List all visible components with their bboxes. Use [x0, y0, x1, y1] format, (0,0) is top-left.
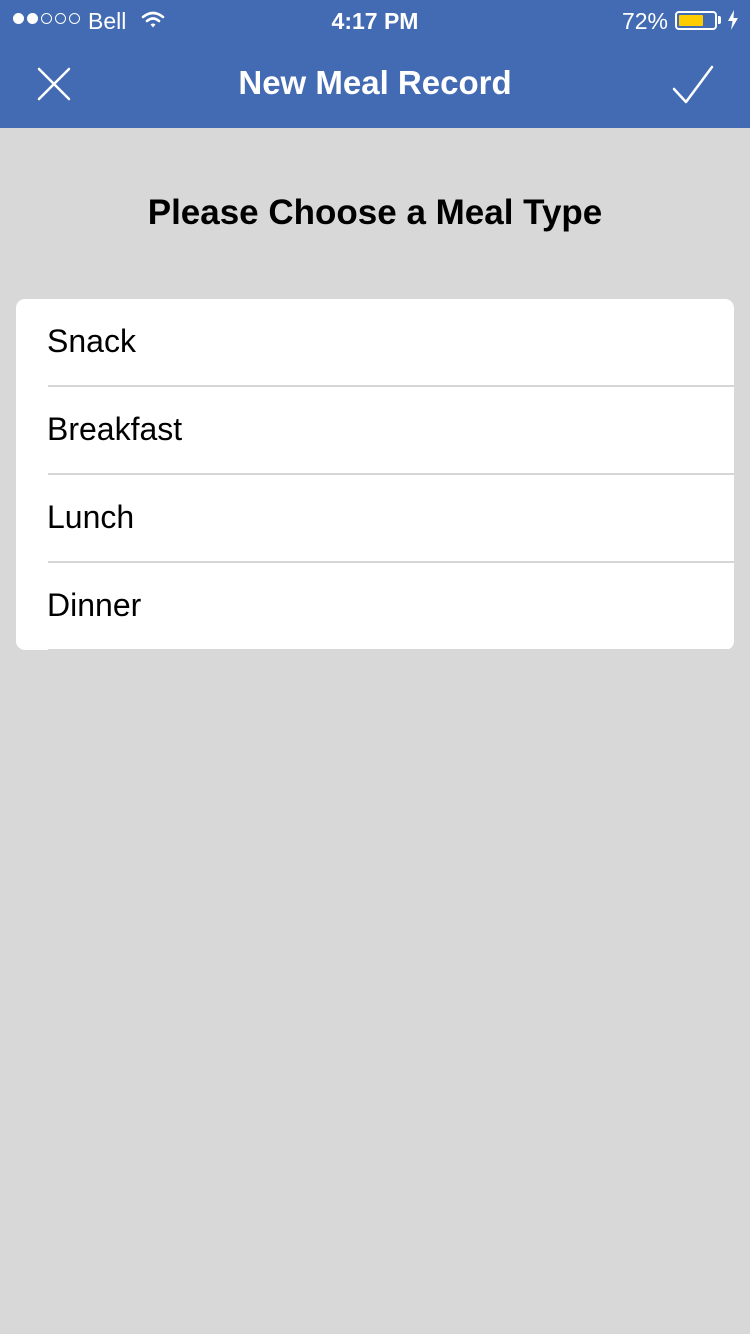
meal-type-option-lunch[interactable]: Lunch	[16, 475, 734, 563]
meal-type-option-dinner[interactable]: Dinner	[16, 563, 734, 650]
battery-cap	[718, 16, 721, 24]
battery-icon	[675, 11, 717, 30]
battery-percentage: 72%	[621, 8, 668, 34]
page-prompt: Please Choose a Meal Type	[147, 193, 603, 232]
row-divider	[48, 649, 734, 650]
navigation-bar: New Meal Record	[0, 40, 750, 128]
meal-type-option-snack[interactable]: Snack	[16, 299, 734, 387]
charging-bolt-icon	[728, 10, 738, 30]
meal-type-label: Breakfast	[47, 411, 183, 447]
meal-type-list: Snack Breakfast Lunch Dinner	[16, 299, 734, 650]
nav-title: New Meal Record	[238, 64, 512, 101]
battery-level	[679, 15, 704, 26]
top-bar: Bell 4:17 PM 72% New Meal Record	[0, 0, 750, 128]
meal-type-label: Dinner	[47, 587, 142, 623]
meal-type-label: Snack	[47, 323, 136, 359]
checkmark-icon	[672, 65, 714, 104]
status-bar: Bell 4:17 PM 72%	[0, 0, 750, 40]
save-button[interactable]	[660, 54, 726, 116]
meal-type-label: Lunch	[47, 499, 135, 535]
meal-type-option-breakfast[interactable]: Breakfast	[16, 387, 734, 475]
